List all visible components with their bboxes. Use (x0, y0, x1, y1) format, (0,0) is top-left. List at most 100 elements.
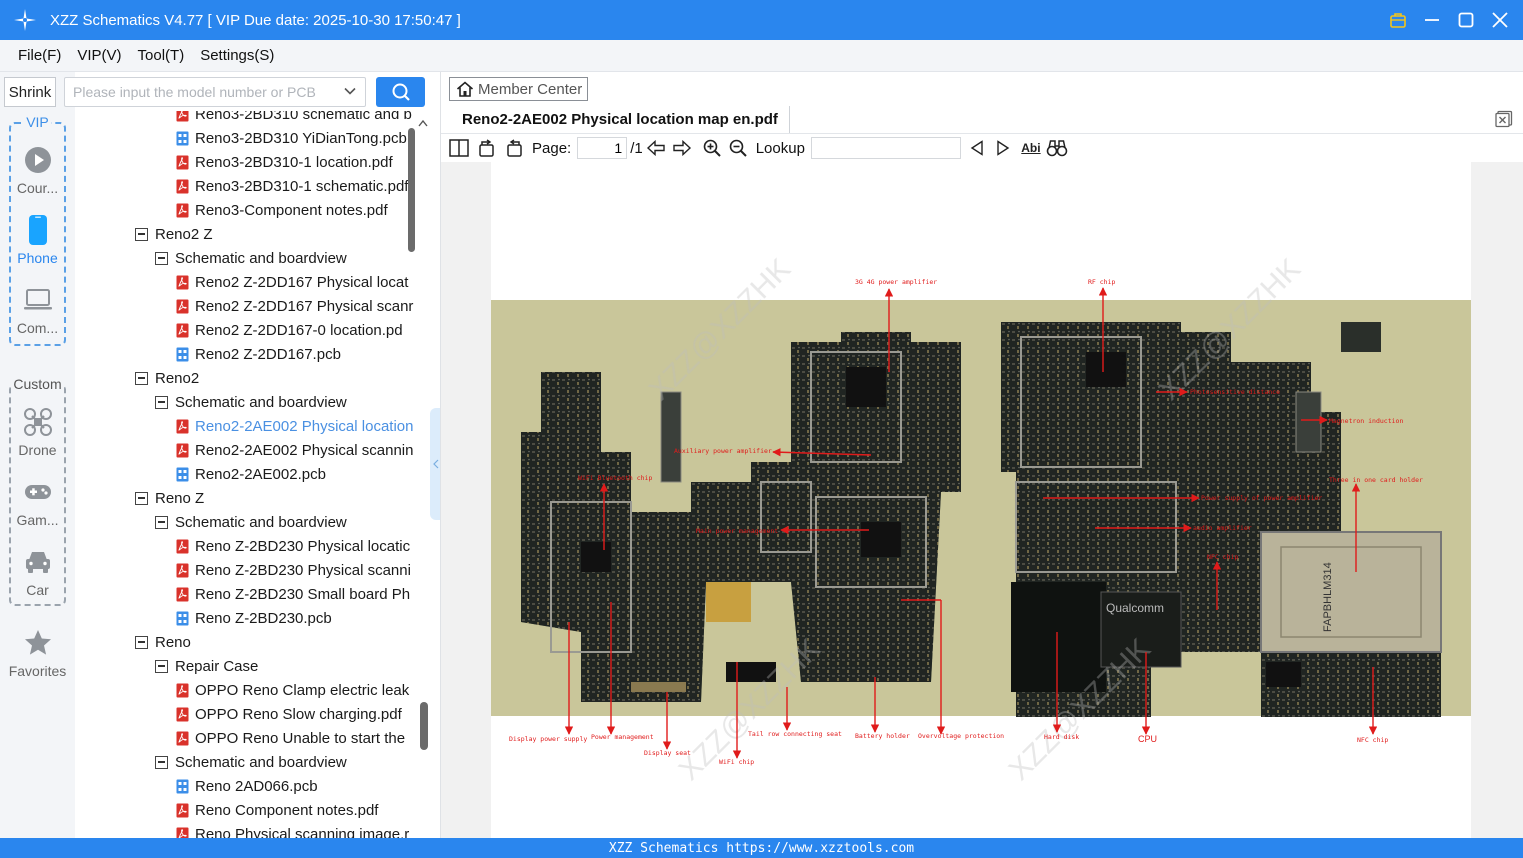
menu-vip[interactable]: VIP(V) (77, 47, 121, 64)
collapse-toggle-icon[interactable] (135, 227, 148, 241)
document-viewer[interactable]: Qualcomm FAPBHLM314 XZZ@XZZHK XZZ@XZZHK … (441, 162, 1523, 838)
collapse-toggle-icon[interactable] (155, 515, 168, 529)
tree-node-label: Reno (155, 633, 191, 651)
rotate-right-icon[interactable] (502, 136, 526, 160)
pdf-page[interactable]: Qualcomm FAPBHLM314 XZZ@XZZHK XZZ@XZZHK … (491, 162, 1471, 838)
tree-folder-node[interactable]: Reno2 (135, 366, 199, 390)
close-document-icon[interactable] (1495, 110, 1513, 128)
zoom-out-icon[interactable] (727, 136, 749, 160)
page-number-input[interactable] (577, 137, 628, 159)
shrink-button[interactable]: Shrink (4, 77, 56, 107)
tree-file-node[interactable]: OPPO Reno Unable to start the (176, 726, 405, 750)
tree-file-node[interactable]: Reno2 Z-2DD167 Physical locat (176, 270, 408, 294)
nav-computer[interactable]: Com... (11, 284, 64, 350)
zoom-in-icon[interactable] (701, 136, 723, 160)
lookup-input[interactable] (810, 137, 961, 159)
tree-node-label: Reno3-2BD310-1 schematic.pdf (195, 177, 409, 195)
tree-file-node[interactable]: Reno3-2BD310-1 location.pdf (176, 150, 393, 174)
tree-node-label: Schematic and boardview (175, 249, 347, 267)
tree-file-node[interactable]: Reno3-2BD310-1 schematic.pdf (176, 174, 408, 198)
tree-file-node[interactable]: OPPO Reno Clamp electric leak (176, 678, 409, 702)
tree-file-node[interactable]: Reno Component notes.pdf (176, 798, 378, 822)
nav-courses[interactable]: Cour... (11, 144, 64, 210)
tree-file-node[interactable]: Reno Physical scanning image.r (176, 822, 409, 838)
collapse-toggle-icon[interactable] (155, 251, 168, 265)
nav-car[interactable]: Car (11, 546, 64, 612)
pdf-file-icon (176, 179, 189, 194)
menu-bar: File(F) VIP(V) Tool(T) Settings(S) (0, 40, 1523, 72)
tree-folder-node[interactable]: Reno2 Z (135, 222, 213, 246)
tree-node-label: Schematic and boardview (175, 513, 347, 531)
app-logo-icon (12, 7, 38, 33)
nav-phone[interactable]: Phone (11, 214, 64, 280)
member-center-button[interactable]: Member Center (449, 77, 588, 101)
tree-file-node[interactable]: Reno2 Z-2DD167 Physical scanr (176, 294, 413, 318)
ann-audio-amp: audio amplifier (1193, 524, 1252, 532)
tree-file-node[interactable]: Reno Z-2BD230 Physical scanni (176, 558, 411, 582)
pcb-file-icon (176, 467, 189, 482)
collapse-toggle-icon[interactable] (135, 371, 148, 385)
collapse-toggle-icon[interactable] (155, 659, 168, 673)
ann-wifi-bt: WiFi Bluetooth chip (578, 474, 652, 482)
nav-favorites[interactable]: Favorites (0, 628, 75, 684)
car-icon (22, 546, 54, 578)
collapse-toggle-icon[interactable] (155, 755, 168, 769)
next-page-arrow-icon[interactable] (671, 136, 693, 160)
model-search-field[interactable] (64, 77, 366, 107)
document-tab[interactable]: Reno2-2AE002 Physical location map en.pd… (451, 106, 790, 133)
tree-file-node[interactable]: Reno Z-2BD230 Physical locatic (176, 534, 410, 558)
collapse-toggle-icon[interactable] (135, 635, 148, 649)
search-icon (392, 83, 410, 101)
nav-courses-label: Cour... (16, 180, 59, 196)
rotate-left-icon[interactable] (475, 136, 499, 160)
tree-file-node[interactable]: Reno2 Z-2DD167.pcb (176, 342, 341, 366)
sidebar-toggle-icon[interactable] (448, 136, 470, 160)
tree-node-label: Schematic and boardview (175, 753, 347, 771)
tree-folder-node[interactable]: Schematic and boardview (155, 750, 347, 774)
collapse-toggle-icon[interactable] (155, 395, 168, 409)
menu-tool[interactable]: Tool(T) (138, 47, 185, 64)
menu-settings[interactable]: Settings(S) (200, 47, 274, 64)
search-prev-icon[interactable] (967, 136, 987, 160)
phone-icon (22, 214, 54, 246)
pdf-file-icon (176, 827, 189, 838)
minimize-button[interactable] (1417, 5, 1447, 35)
close-button[interactable] (1485, 5, 1515, 35)
tree-file-node[interactable]: Reno2-2AE002 Physical location (176, 414, 413, 438)
tree-file-node[interactable]: Reno Z-2BD230 Small board Ph (176, 582, 410, 606)
nav-game[interactable]: Gam... (11, 476, 64, 542)
tree-file-node[interactable]: Reno2-2AE002 Physical scannin (176, 438, 413, 462)
tree-folder-node[interactable]: Reno (135, 630, 191, 654)
chevron-down-icon[interactable] (343, 84, 357, 101)
text-select-icon[interactable]: Abi (1019, 136, 1043, 160)
tree-folder-node[interactable]: Repair Case (155, 654, 258, 678)
nav-drone[interactable]: Drone (11, 406, 64, 472)
tree-folder-node[interactable]: Schematic and boardview (155, 510, 347, 534)
search-next-icon[interactable] (993, 136, 1013, 160)
model-search-input[interactable] (73, 79, 343, 105)
tree-folder-node[interactable]: Reno Z (135, 486, 204, 510)
tree-file-node[interactable]: Reno2-2AE002.pcb (176, 462, 326, 486)
tree-file-node[interactable]: Reno2 Z-2DD167-0 location.pd (176, 318, 403, 342)
vip-bag-icon[interactable] (1383, 5, 1413, 35)
prev-page-arrow-icon[interactable] (645, 136, 667, 160)
scroll-up-icon[interactable] (418, 114, 428, 130)
file-tree[interactable]: Reno3-2BD310 schematic and b Reno3-2BD310… (76, 111, 416, 838)
maximize-button[interactable] (1451, 5, 1481, 35)
tree-folder-node[interactable]: Schematic and boardview (155, 246, 347, 270)
tree-file-node[interactable]: Reno 2AD066.pcb (176, 774, 318, 798)
tree-node-label: Reno Z-2BD230 Physical scanni (195, 561, 411, 579)
tree-node-label: Schematic and boardview (175, 393, 347, 411)
tree-file-node[interactable]: Reno Z-2BD230.pcb (176, 606, 332, 630)
binoculars-icon[interactable] (1045, 136, 1069, 160)
tree-hscroll-thumb[interactable] (408, 128, 415, 252)
menu-file[interactable]: File(F) (18, 47, 61, 64)
collapse-toggle-icon[interactable] (135, 491, 148, 505)
tree-file-node[interactable]: Reno3-2BD310 YiDianTong.pcb (176, 126, 407, 150)
search-button[interactable] (376, 77, 425, 107)
tree-file-node[interactable]: Reno3-2BD310 schematic and b (176, 111, 412, 126)
tree-scrollbar-thumb[interactable] (420, 702, 428, 750)
tree-file-node[interactable]: OPPO Reno Slow charging.pdf (176, 702, 402, 726)
tree-folder-node[interactable]: Schematic and boardview (155, 390, 347, 414)
tree-file-node[interactable]: Reno3-Component notes.pdf (176, 198, 388, 222)
